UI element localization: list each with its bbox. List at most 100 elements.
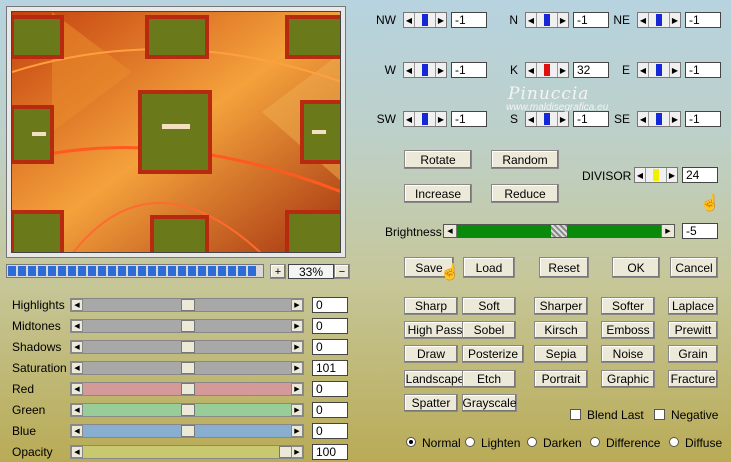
preset-soft-button[interactable]: Soft: [462, 297, 516, 315]
random-button[interactable]: Random: [491, 150, 559, 169]
divisor-spinner[interactable]: ◀ ▶: [634, 167, 678, 183]
arrow-right-icon[interactable]: ▶: [435, 112, 446, 126]
matrix-w-spinner[interactable]: ◀ ▶: [403, 62, 447, 78]
arrow-right-icon[interactable]: ▶: [291, 362, 303, 374]
midtones-slider[interactable]: ◀ ▶: [70, 319, 304, 333]
arrow-left-icon[interactable]: ◀: [404, 63, 415, 77]
preset-fracture-button[interactable]: Fracture: [668, 370, 718, 388]
matrix-k-spinner[interactable]: ◀ ▶: [525, 62, 569, 78]
matrix-nw-input[interactable]: -1: [451, 12, 487, 28]
shadows-slider[interactable]: ◀ ▶: [70, 340, 304, 354]
matrix-e-input[interactable]: -1: [685, 62, 721, 78]
arrow-left-icon[interactable]: ◀: [638, 63, 649, 77]
opacity-slider[interactable]: ◀ ▶: [70, 445, 304, 459]
matrix-sw-input[interactable]: -1: [451, 111, 487, 127]
preset-laplace-button[interactable]: Laplace: [668, 297, 718, 315]
preset-grayscale-button[interactable]: Grayscale: [462, 394, 517, 412]
matrix-se-spinner[interactable]: ◀ ▶: [637, 111, 681, 127]
reset-button[interactable]: Reset: [539, 257, 589, 278]
arrow-left-icon[interactable]: ◀: [71, 425, 83, 437]
arrow-right-icon[interactable]: ▶: [669, 112, 680, 126]
blue-thumb[interactable]: [181, 425, 195, 437]
preset-portrait-button[interactable]: Portrait: [534, 370, 588, 388]
preset-sepia-button[interactable]: Sepia: [534, 345, 588, 363]
preset-sharper-button[interactable]: Sharper: [534, 297, 588, 315]
arrow-right-icon[interactable]: ▶: [291, 404, 303, 416]
preset-softer-button[interactable]: Softer: [601, 297, 655, 315]
arrow-left-icon[interactable]: ◀: [526, 112, 537, 126]
arrow-right-icon[interactable]: ▶: [291, 425, 303, 437]
arrow-left-icon[interactable]: ◀: [635, 168, 646, 182]
preset-prewitt-button[interactable]: Prewitt: [668, 321, 718, 339]
matrix-s-input[interactable]: -1: [573, 111, 609, 127]
matrix-n-input[interactable]: -1: [573, 12, 609, 28]
red-thumb[interactable]: [181, 383, 195, 395]
arrow-left-icon[interactable]: ◀: [71, 446, 83, 458]
arrow-left-icon[interactable]: ◀: [526, 13, 537, 27]
arrow-left-icon[interactable]: ◀: [71, 299, 83, 311]
divisor-input[interactable]: 24: [682, 167, 718, 183]
arrow-right-icon[interactable]: ▶: [435, 63, 446, 77]
red-slider[interactable]: ◀ ▶: [70, 382, 304, 396]
arrow-right-icon[interactable]: ▶: [669, 13, 680, 27]
zoom-in-button[interactable]: +: [270, 264, 286, 279]
preset-high-pass-button[interactable]: High Pass: [404, 321, 466, 339]
arrow-right-icon[interactable]: ▶: [557, 13, 568, 27]
arrow-right-icon[interactable]: ▶: [557, 112, 568, 126]
arrow-right-icon[interactable]: ▶: [291, 320, 303, 332]
blue-input[interactable]: 0: [312, 423, 348, 439]
highlights-thumb[interactable]: [181, 299, 195, 311]
preset-etch-button[interactable]: Etch: [462, 370, 516, 388]
saturation-thumb[interactable]: [181, 362, 195, 374]
matrix-s-spinner[interactable]: ◀ ▶: [525, 111, 569, 127]
arrow-right-icon[interactable]: ▶: [291, 299, 303, 311]
preset-sharp-button[interactable]: Sharp: [404, 297, 458, 315]
zoom-out-button[interactable]: −: [334, 264, 350, 279]
preset-landscape-button[interactable]: Landscape: [404, 370, 466, 388]
arrow-left-icon[interactable]: ◀: [638, 13, 649, 27]
load-button[interactable]: Load: [463, 257, 515, 278]
preset-spatter-button[interactable]: Spatter: [404, 394, 458, 412]
reduce-button[interactable]: Reduce: [491, 184, 559, 203]
rotate-button[interactable]: Rotate: [404, 150, 472, 169]
mode-darken-radio[interactable]: [527, 437, 537, 447]
midtones-thumb[interactable]: [181, 320, 195, 332]
matrix-nw-spinner[interactable]: ◀ ▶: [403, 12, 447, 28]
preset-kirsch-button[interactable]: Kirsch: [534, 321, 588, 339]
saturation-input[interactable]: 101: [312, 360, 348, 376]
preset-sobel-button[interactable]: Sobel: [462, 321, 516, 339]
arrow-left-icon[interactable]: ◀: [404, 13, 415, 27]
arrow-left-icon[interactable]: ◀: [71, 341, 83, 353]
midtones-input[interactable]: 0: [312, 318, 348, 334]
arrow-right-icon[interactable]: ▶: [661, 225, 674, 237]
arrow-right-icon[interactable]: ▶: [435, 13, 446, 27]
matrix-k-input[interactable]: 32: [573, 62, 609, 78]
negative-checkbox[interactable]: [654, 409, 665, 420]
brightness-input[interactable]: -5: [682, 223, 718, 239]
red-input[interactable]: 0: [312, 381, 348, 397]
green-input[interactable]: 0: [312, 402, 348, 418]
matrix-se-input[interactable]: -1: [685, 111, 721, 127]
preset-draw-button[interactable]: Draw: [404, 345, 458, 363]
brightness-thumb[interactable]: [551, 225, 567, 237]
matrix-w-input[interactable]: -1: [451, 62, 487, 78]
preset-emboss-button[interactable]: Emboss: [601, 321, 655, 339]
arrow-left-icon[interactable]: ◀: [71, 383, 83, 395]
increase-button[interactable]: Increase: [404, 184, 472, 203]
arrow-right-icon[interactable]: ▶: [669, 63, 680, 77]
brightness-slider[interactable]: ◀ ▶: [443, 224, 675, 238]
preset-graphic-button[interactable]: Graphic: [601, 370, 655, 388]
mode-difference-radio[interactable]: [590, 437, 600, 447]
matrix-e-spinner[interactable]: ◀ ▶: [637, 62, 681, 78]
arrow-right-icon[interactable]: ▶: [666, 168, 677, 182]
arrow-left-icon[interactable]: ◀: [638, 112, 649, 126]
matrix-ne-input[interactable]: -1: [685, 12, 721, 28]
green-thumb[interactable]: [181, 404, 195, 416]
arrow-left-icon[interactable]: ◀: [71, 404, 83, 416]
arrow-right-icon[interactable]: ▶: [291, 446, 303, 458]
mode-normal-radio[interactable]: [406, 437, 416, 447]
saturation-slider[interactable]: ◀ ▶: [70, 361, 304, 375]
preset-posterize-button[interactable]: Posterize: [462, 345, 524, 363]
blend-last-checkbox[interactable]: [570, 409, 581, 420]
arrow-left-icon[interactable]: ◀: [71, 362, 83, 374]
